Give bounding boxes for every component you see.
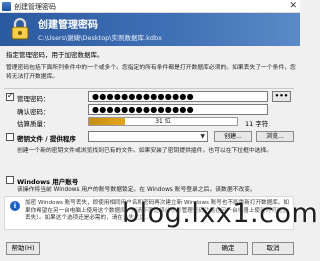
show-password-button[interactable]: ••• [272,91,291,102]
intro-line-2: 管理密码包括下面所列条件中的一个或多个。您指定的所有条件都是打开数据库必须的。如… [6,65,296,80]
windows-account-checkbox[interactable] [6,176,14,184]
key-file-label: 密钥文件 / 提供程序 [17,135,76,143]
master-password-label: 管理密码： [17,95,50,103]
help-button[interactable]: 帮助(H) [6,242,40,255]
quality-bits: 31 位 [155,118,171,125]
intro-text: 指定管理密码，用于加密数据库。 管理密码包括下面所列条件中的一个或多个。您指定的… [6,51,296,82]
header-banner: 创建管理密码 C:\Users\谢婕\Desktop\实例数据库.kdbx [0,13,300,46]
divider [4,88,294,89]
app-icon [2,2,11,11]
key-file-select[interactable]: ▼ [88,131,208,142]
browse-key-file-button[interactable]: 浏览... [256,131,294,142]
quality-label: 估算质量： [17,120,50,128]
intro-line-1: 指定管理密码，用于加密数据库。 [6,51,104,59]
title-bar: 创建管理密码 ✕ [0,0,300,13]
key-file-checkbox[interactable] [6,133,14,141]
cancel-button[interactable]: 取消 [252,242,294,255]
close-icon[interactable]: ✕ [289,1,297,11]
windows-account-label: Windows 用户账号 [17,178,79,186]
quality-chars: 11 字符 [245,120,269,128]
chevron-down-icon: ▼ [200,133,205,140]
database-path: C:\Users\谢婕\Desktop\实例数据库.kdbx [38,34,162,42]
window-title: 创建管理密码 [14,3,56,11]
repeat-password-label: 确认密码： [17,108,50,116]
master-password-input[interactable]: ●●●●●●●●●●●●●● [88,91,268,102]
master-password-checkbox[interactable] [6,91,14,101]
banner-heading: 创建管理密码 [38,20,98,31]
repeat-password-input[interactable]: ●●●●●●●●●●●●●● [88,104,268,115]
watermark: blog.lxx1.com [122,198,319,229]
key-lock-icon [11,18,29,40]
info-icon: i [10,201,20,211]
create-key-file-button[interactable]: 创建... [214,131,252,142]
key-file-description: 创建一个新的密钥文件或浏览找到已有的文件。如果安装了密钥提供插件，也可以在下拉框… [17,148,273,154]
ok-button[interactable]: 确定 [208,242,248,255]
quality-bar: 31 位 [88,117,238,126]
windows-account-description: 该操作将当前 Windows 用户的账号数据锁定。在 Windows 账号登录之… [17,187,256,193]
